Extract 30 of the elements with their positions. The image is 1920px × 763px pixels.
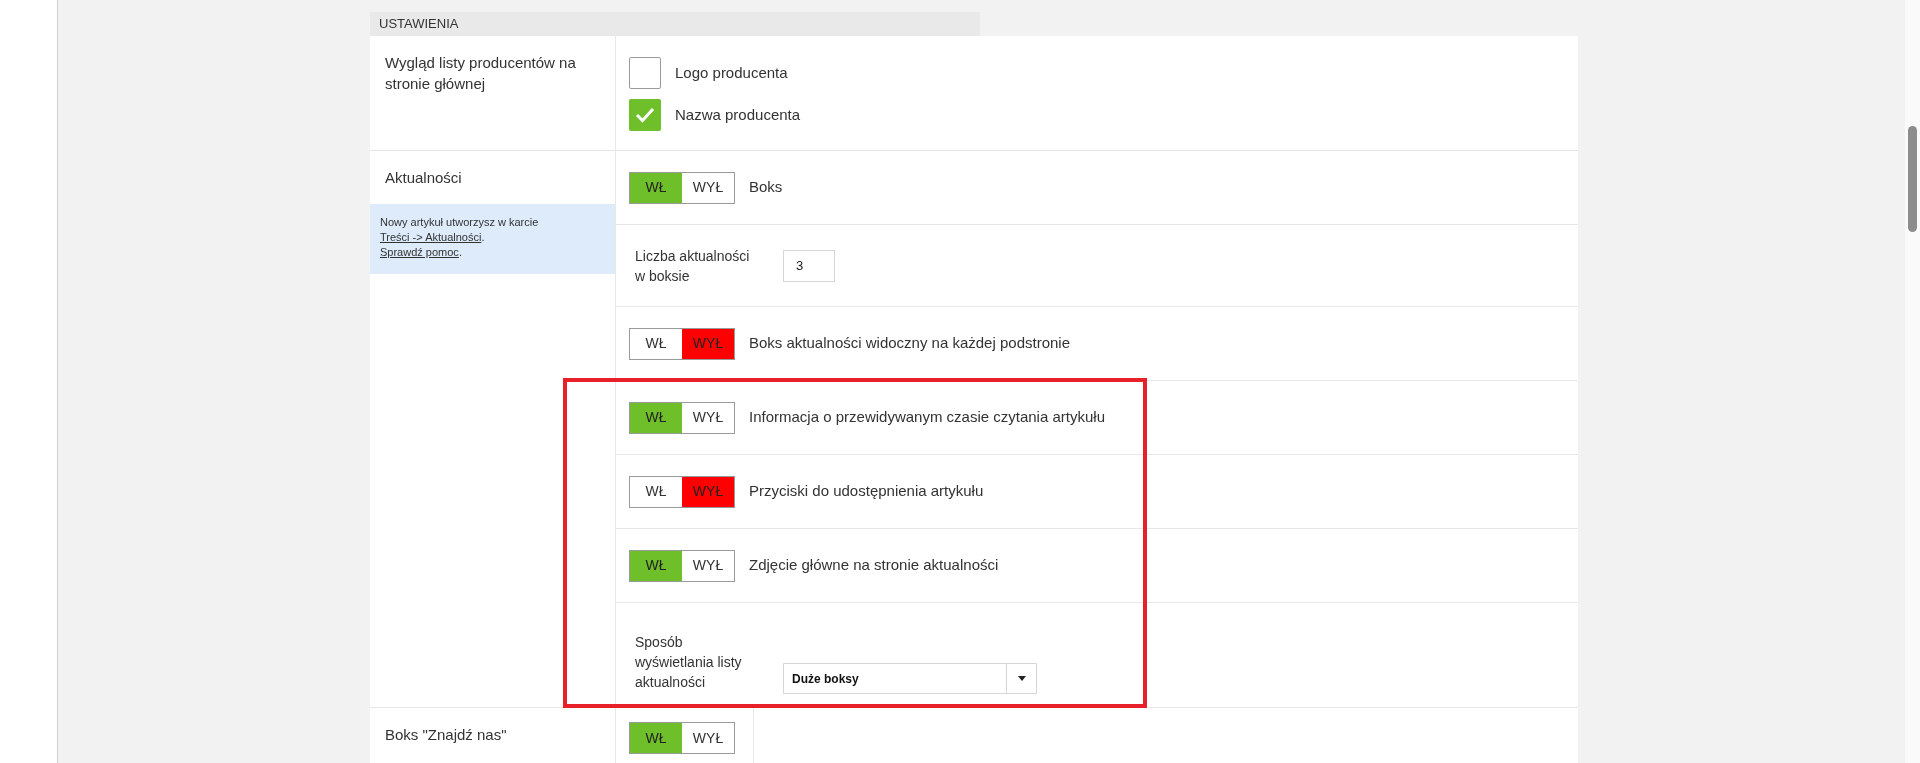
on-option[interactable]: WŁ [630,402,682,433]
caret-icon [1017,676,1026,681]
on-option[interactable]: WŁ [630,723,682,753]
number-field[interactable]: 3 [783,249,835,282]
setting-label: Sposób wyświetlania listy aktualności [635,633,743,692]
section-title: USTAWIENIA [379,15,459,34]
help-text: Nowy artykuł utworzysz w karcie Treści -> Aktualności. [380,215,540,245]
on-option[interactable]: WŁ [630,172,682,203]
off-option[interactable]: WYŁ [682,328,734,359]
on-option[interactable]: WŁ [630,550,682,581]
setting-label: Boks aktualności widoczny na każdej podstronie [749,333,1070,354]
setting-label: Przyciski do udostępnienia artykułu [749,481,984,502]
help-link[interactable]: Sprawdź pomoc [380,246,459,258]
help-text: Sprawdź pomoc. [380,245,463,260]
row-label: Aktualności [384,168,463,188]
checkbox[interactable] [629,57,661,89]
setting-label: Boks [749,177,783,198]
checkbox-label: Nazwa producenta [675,104,801,125]
row-label: Wygląd listy producentów na stronie głównej [384,53,577,94]
checkbox-label: Logo producenta [675,62,788,83]
row-label: Boks "Znajdź nas" [384,725,508,745]
dropdown-value: Duże boksy [791,670,860,688]
setting-label: Informacja o przewidywanym czasie czytania artykułu [749,407,1105,428]
checkbox[interactable] [629,99,661,131]
checkmark-icon [635,107,655,123]
off-option[interactable]: WYŁ [682,476,734,507]
setting-label: Zdjęcie główne na stronie aktualności [749,555,999,576]
setting-label: Liczba aktualności w boksie [635,246,751,286]
scrollbar-thumb[interactable] [1908,126,1917,232]
dropdown[interactable]: Duże boksy [783,663,1037,694]
